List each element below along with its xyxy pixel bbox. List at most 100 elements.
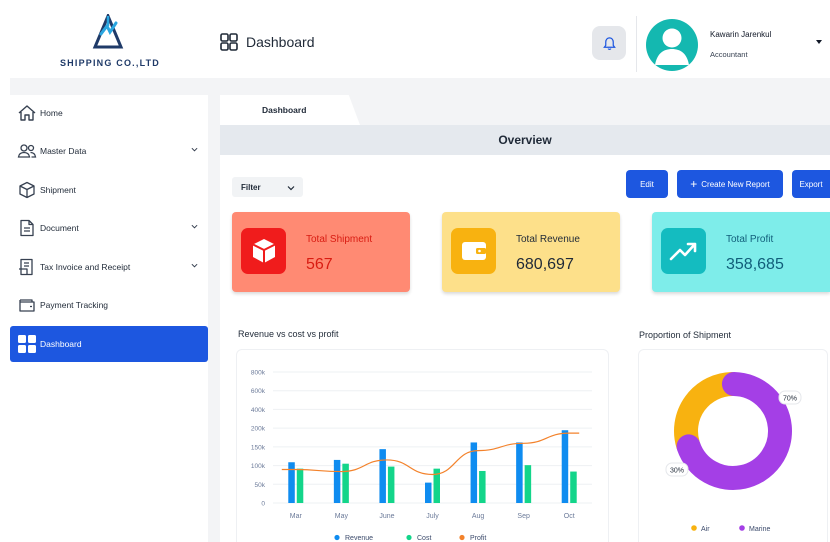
y-tick-label: 400k	[251, 407, 266, 414]
card-title: Total Revenue	[516, 234, 580, 245]
notification-button[interactable]	[592, 26, 626, 60]
legend-label: Cost	[417, 535, 431, 542]
document-icon	[17, 218, 37, 238]
sidebar-item-label: Dashboard	[40, 339, 82, 349]
invoice-icon	[17, 257, 37, 277]
bar-revenue	[516, 442, 523, 503]
bar-revenue	[333, 459, 341, 503]
overview-title: Overview	[498, 133, 552, 147]
chevron-down-icon	[191, 263, 198, 268]
wallet-icon	[17, 295, 37, 315]
sidebar-item-label: Tax Invoice and Receipt	[40, 262, 131, 272]
x-tick-label: Mar	[290, 513, 303, 520]
export-button[interactable]: Export	[792, 170, 830, 198]
x-tick-label: June	[379, 513, 394, 520]
filter-dropdown[interactable]: Filter	[232, 177, 303, 197]
bar-cost	[296, 468, 304, 503]
card-total-shipment: Total Shipment 567	[232, 212, 410, 292]
edit-button-label: Edit	[640, 179, 654, 189]
sidebar-item-label: Master Data	[40, 146, 87, 156]
y-tick-label: 150k	[251, 444, 266, 451]
create-report-label: Create New Report	[701, 179, 770, 189]
legend-marker	[334, 534, 340, 541]
revenue-cost-profit-chart: 800k 600k 400k 200k 150k 100k 50k 0 Mar May June Ju…	[251, 370, 592, 542]
legend-label: Air	[701, 526, 710, 533]
tab-dashboard[interactable]: Dashboard	[220, 95, 360, 125]
cube-icon	[241, 228, 286, 274]
donut-label: 30%	[670, 468, 684, 475]
avatar[interactable]	[646, 19, 698, 71]
legend-marker	[739, 525, 745, 531]
x-tick-label: May	[335, 513, 349, 520]
edit-button[interactable]: Edit	[626, 170, 668, 198]
sidebar-item-label: Payment Tracking	[40, 300, 109, 310]
export-button-label: Export	[799, 179, 823, 189]
user-role: Accountant	[710, 50, 748, 59]
chevron-down-icon	[191, 147, 198, 152]
tab-label: Dashboard	[262, 105, 307, 115]
company-name: SHIPPING CO.,LTD	[59, 58, 161, 68]
x-tick-label: July	[426, 513, 439, 520]
create-report-button[interactable]: + Create New Report	[677, 170, 783, 198]
y-tick-label: 800k	[251, 370, 266, 377]
sidebar-item-label: Shipment	[40, 185, 76, 195]
x-tick-label: Sep	[517, 513, 530, 520]
card-total-revenue: Total Revenue 680,697	[442, 212, 620, 292]
header-divider	[636, 16, 637, 72]
donut-label: 70%	[783, 396, 797, 403]
sidebar-item-payment-tracking[interactable]: Payment Tracking	[10, 287, 208, 323]
dashboard-icon	[17, 334, 37, 354]
bar-cost	[479, 470, 486, 503]
wallet-icon	[451, 228, 496, 274]
user-name: Kawarin Jarenkul	[710, 30, 772, 39]
card-title: Total Shipment	[306, 234, 373, 245]
card-value: 358,685	[726, 256, 784, 273]
sidebar-item-home[interactable]: Home	[10, 95, 208, 131]
bell-icon	[602, 36, 616, 50]
user-menu-caret-icon[interactable]	[816, 40, 822, 44]
filter-label: Filter	[241, 182, 261, 192]
home-icon	[17, 103, 37, 123]
y-tick-label: 50k	[255, 482, 266, 489]
bar-cost	[342, 463, 349, 503]
page-title: Dashboard	[220, 33, 315, 51]
user-avatar-icon	[655, 28, 689, 65]
shipment-proportion-chart: 30% 70% Air Marine	[665, 372, 802, 533]
legend-label: Marine	[749, 526, 771, 533]
dashboard-grid-icon	[220, 33, 238, 51]
y-tick-label: 600k	[251, 388, 266, 395]
bar-revenue	[379, 449, 386, 503]
legend-marker	[406, 534, 412, 541]
chevron-down-icon	[287, 186, 295, 191]
x-tick-label: Oct	[564, 513, 575, 520]
page-title-text: Dashboard	[246, 34, 315, 50]
legend-label: Profit	[470, 535, 486, 542]
sidebar-item-label: Home	[40, 108, 63, 118]
company-logo[interactable]: SHIPPING CO.,LTD	[54, 14, 166, 72]
overview-header: Overview	[220, 125, 830, 155]
card-value: 567	[306, 256, 333, 273]
sidebar-item-shipment[interactable]: Shipment	[10, 172, 208, 208]
card-total-profit: Total Profit 358,685	[652, 212, 830, 292]
users-icon	[17, 141, 37, 161]
sidebar-item-master-data[interactable]: Master Data	[10, 133, 208, 169]
chevron-down-icon	[191, 224, 198, 229]
plus-icon: +	[690, 177, 698, 191]
bar-revenue	[425, 482, 432, 503]
legend-label: Revenue	[345, 535, 373, 542]
trend-up-icon	[661, 228, 706, 274]
sidebar-item-document[interactable]: Document	[10, 210, 208, 246]
header-separator-band	[10, 78, 830, 95]
sidebar-item-tax-invoice[interactable]: Tax Invoice and Receipt	[10, 249, 208, 285]
bar-cost	[387, 466, 395, 503]
donut-chart-title: Proportion of Shipment	[639, 330, 732, 340]
bar-cost	[570, 471, 577, 503]
legend-marker	[459, 534, 465, 541]
sidebar-item-dashboard[interactable]: Dashboard	[10, 326, 208, 362]
top-header: SHIPPING CO.,LTD Dashboard Kawarin Jaren…	[0, 0, 830, 78]
y-tick-label: 100k	[251, 463, 266, 470]
sidebar-item-label: Document	[40, 223, 79, 233]
bar-revenue	[561, 430, 569, 503]
x-tick-label: Aug	[472, 513, 485, 520]
card-title: Total Profit	[726, 234, 774, 245]
